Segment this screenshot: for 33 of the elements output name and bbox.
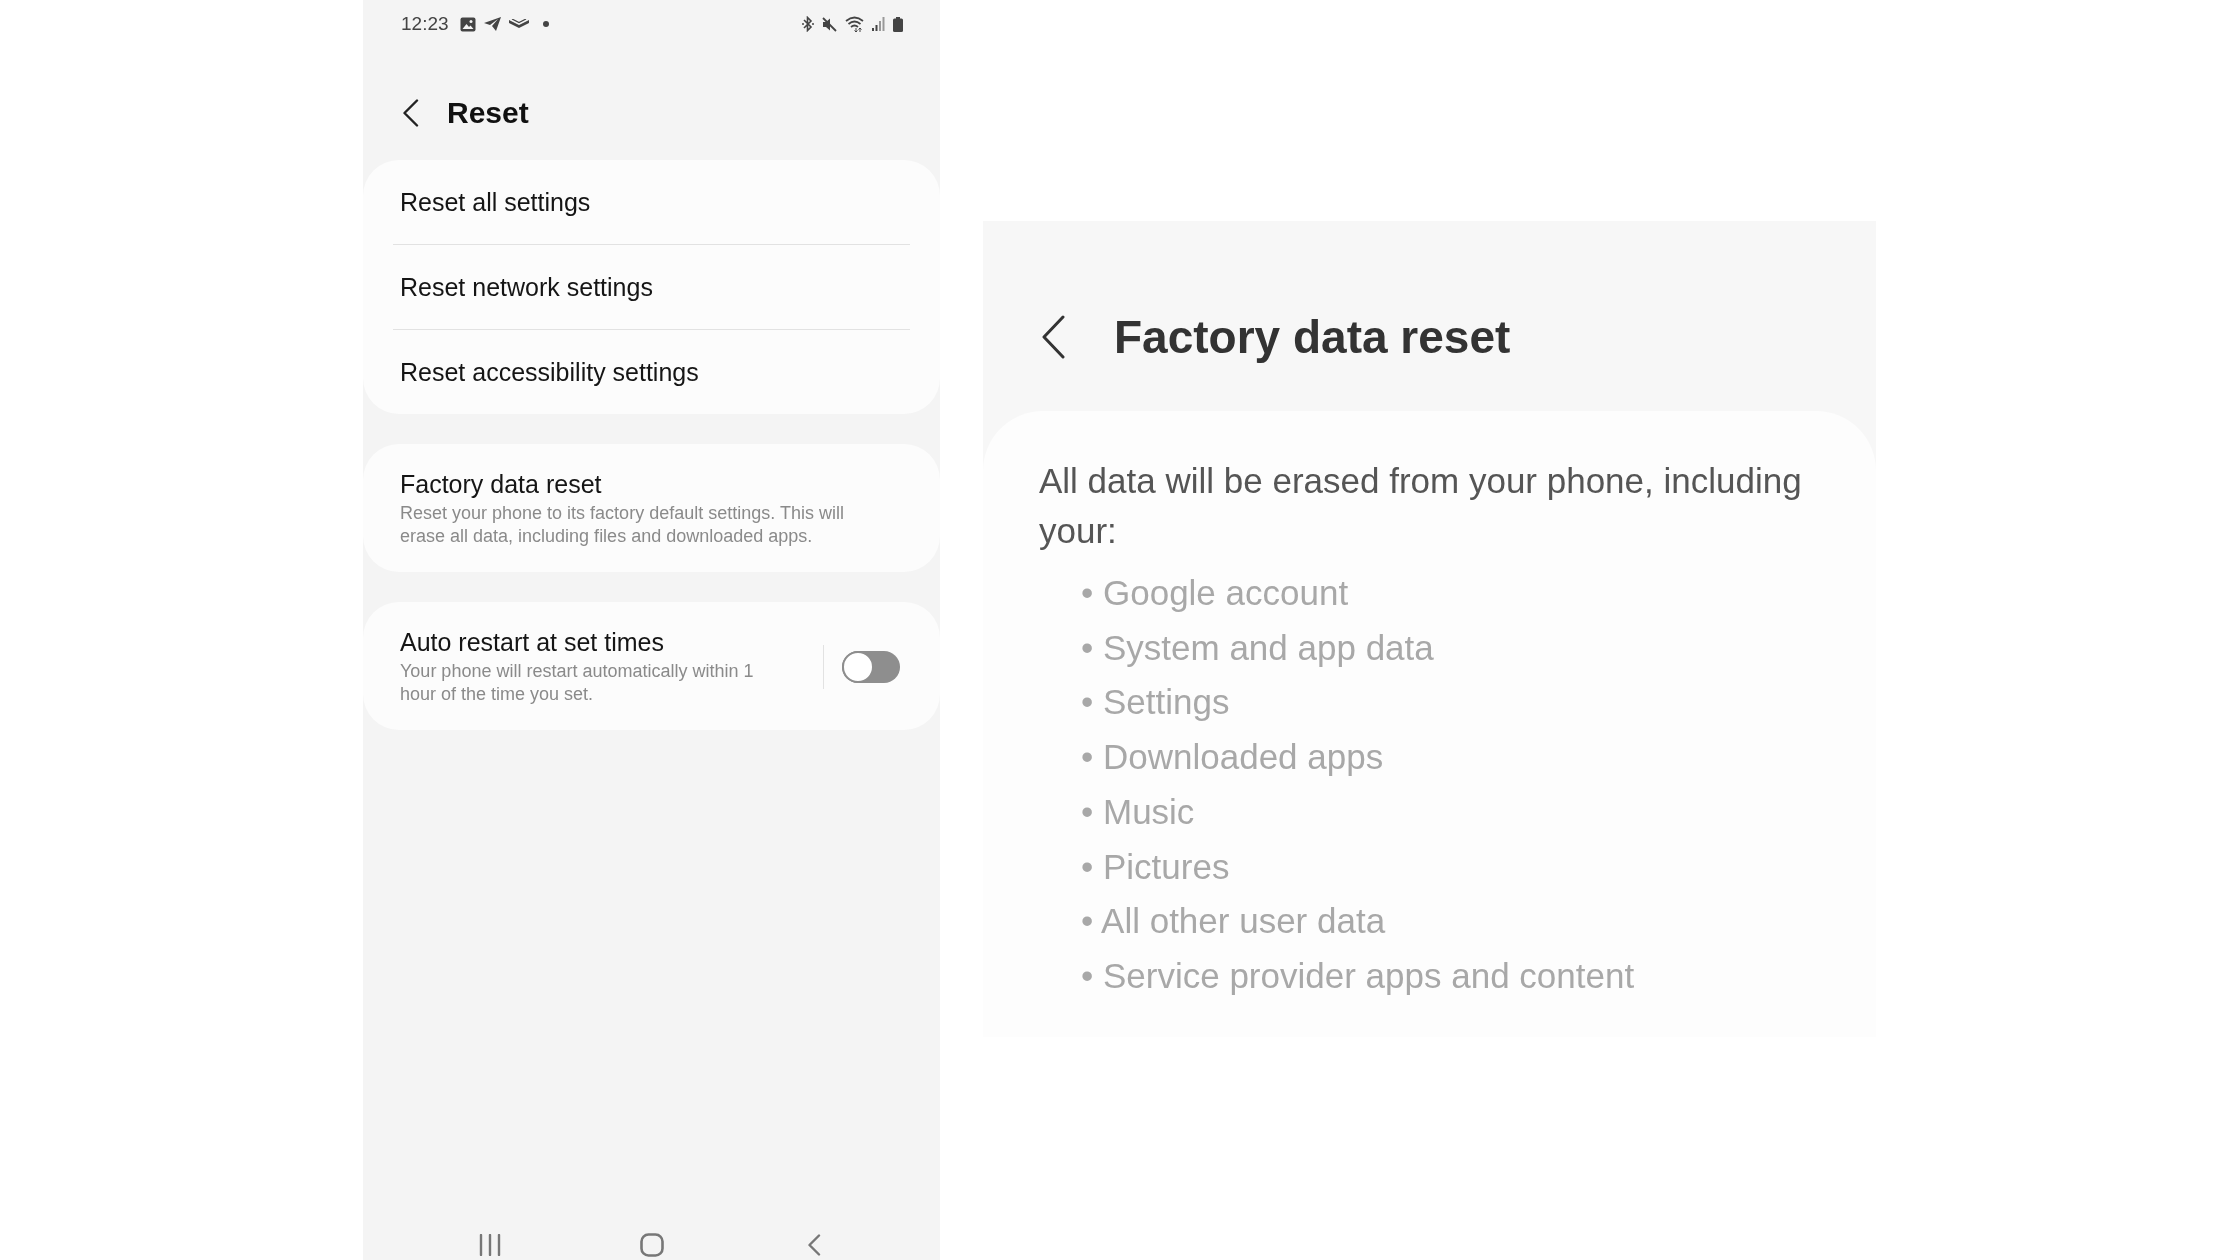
erased-data-item: • Downloaded apps — [1081, 736, 1384, 779]
battery-icon — [893, 16, 903, 32]
signal-icon — [872, 17, 885, 31]
erased-data-item: • Pictures — [1081, 845, 1230, 888]
toggle-switch[interactable] — [842, 650, 900, 683]
setting-title[interactable]: Reset all settings — [400, 187, 591, 217]
paper-plane-icon — [483, 17, 501, 31]
description-text: All data will be erased from your phone, including your: — [1039, 460, 1803, 552]
back-icon[interactable] — [1041, 315, 1066, 359]
erased-data-item: • Music — [1081, 790, 1195, 833]
screen-title: Factory data reset — [1114, 310, 1511, 364]
erased-data-item: • All other user data — [1081, 900, 1386, 943]
bluetooth-icon — [802, 16, 814, 32]
recent-apps-icon[interactable] — [478, 1234, 501, 1256]
setting-description: Reset your phone to its factory default settings. This will erase all data, including files and downloaded apps. — [400, 502, 845, 548]
setting-title[interactable]: Reset network settings — [400, 272, 653, 302]
erased-data-item: • Google account — [1081, 572, 1349, 614]
erased-data-item: • Settings — [1081, 681, 1230, 724]
erased-data-item: • System and app data — [1081, 626, 1434, 669]
screen-title: Reset — [447, 96, 529, 130]
dot-icon — [542, 21, 549, 27]
wifi-icon — [845, 16, 864, 32]
setting-title[interactable]: Reset accessibility settings — [400, 357, 699, 387]
image-icon — [459, 16, 476, 32]
back-icon[interactable] — [402, 99, 419, 127]
home-icon[interactable] — [639, 1233, 664, 1257]
setting-description: Your phone will restart automatically within 1 hour of the time you set. — [400, 660, 755, 706]
setting-title[interactable]: Auto restart at set times — [400, 627, 664, 657]
erased-data-item: • Service provider apps and content — [1081, 954, 1635, 997]
setting-title[interactable]: Factory data reset — [400, 469, 602, 499]
status-time: 12:23 — [401, 13, 449, 35]
muted-speaker-icon — [822, 16, 837, 32]
double-chevron-icon — [508, 19, 529, 29]
